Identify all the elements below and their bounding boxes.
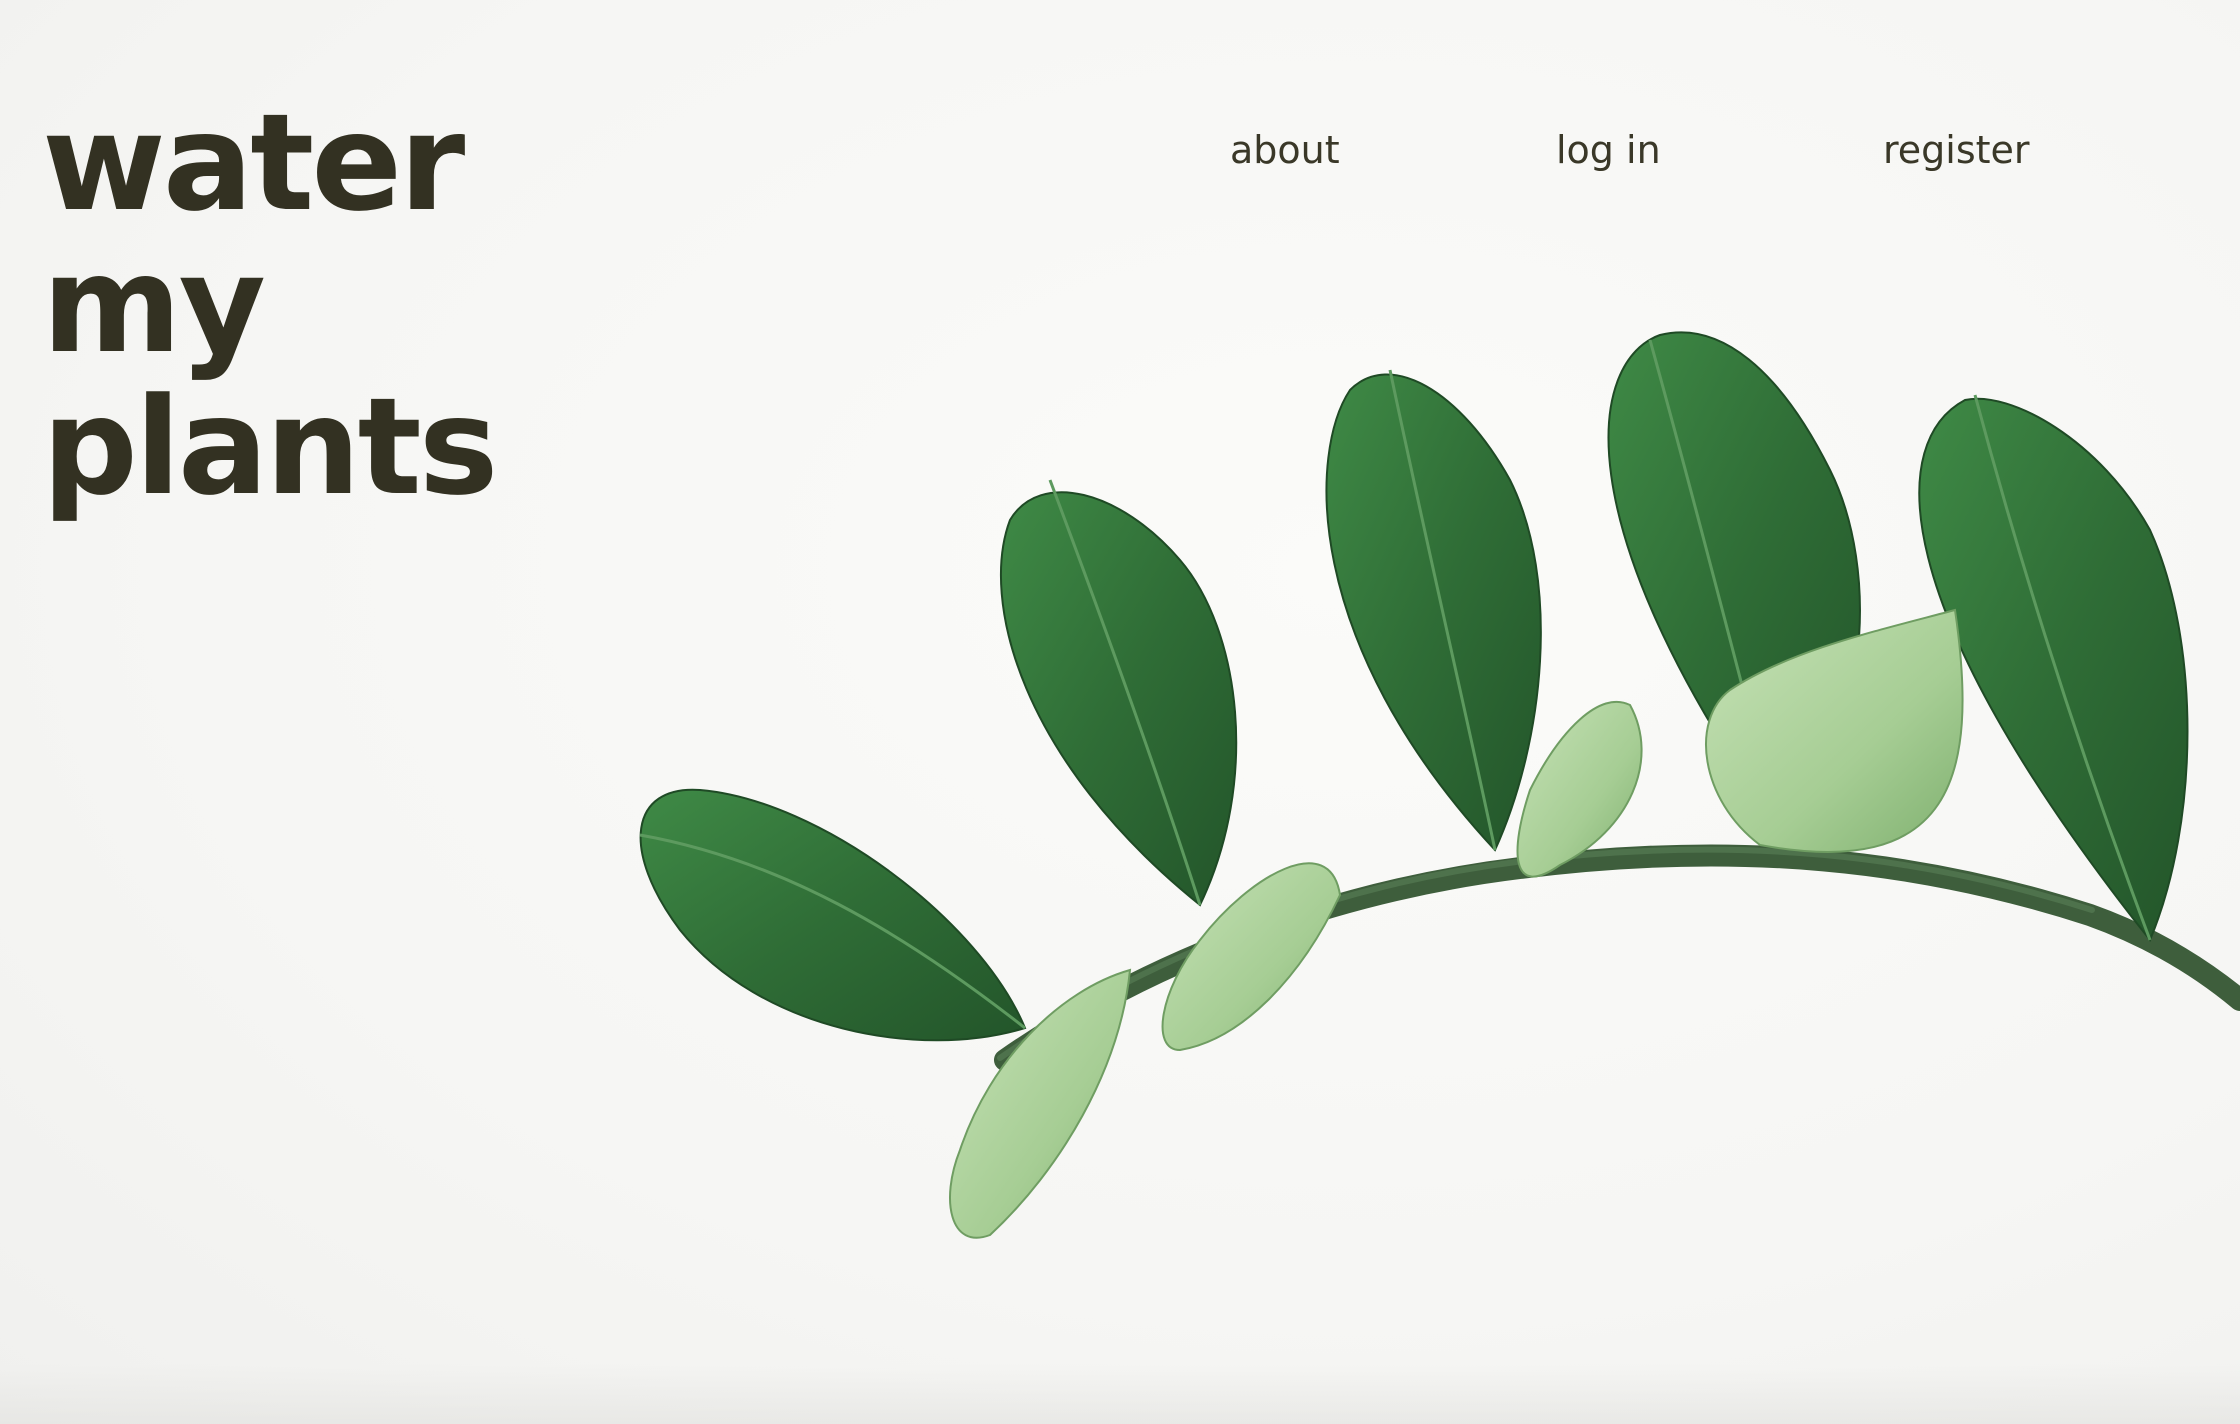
plant-branch-icon (639, 331, 2240, 1239)
leaf-1 (639, 788, 1027, 1042)
landing-page: water my plants about log in register (0, 0, 2240, 1424)
leaf-2 (999, 479, 1238, 907)
leaf-3 (1325, 369, 1542, 852)
